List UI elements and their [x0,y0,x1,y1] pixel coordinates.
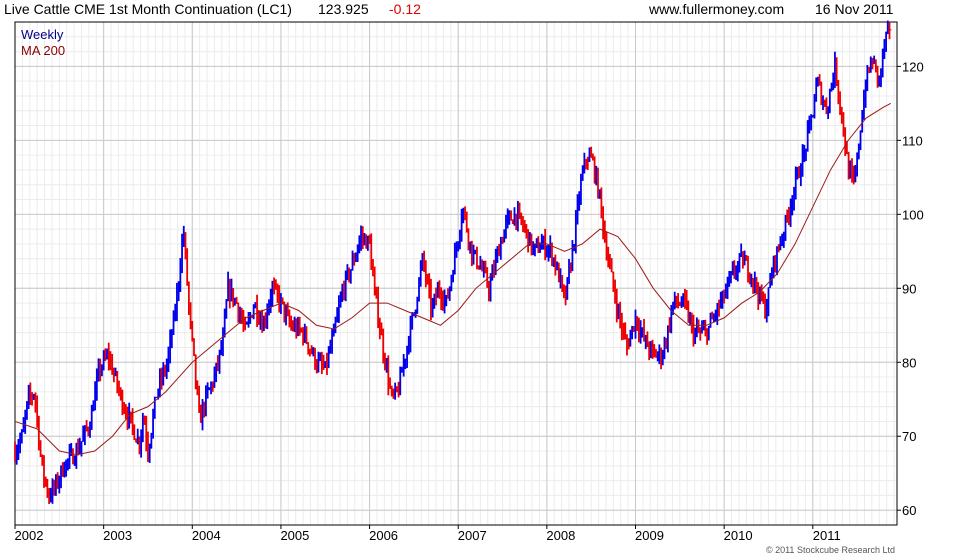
x-tick-label: 2011 [813,528,841,543]
copyright-notice: © 2011 Stockcube Research Ltd [765,545,895,555]
x-tick-label: 2006 [369,528,398,543]
x-tick-label: 2009 [635,528,664,543]
x-tick-label: 2003 [103,528,132,543]
y-tick-label: 110 [902,133,923,148]
y-tick-label: 100 [902,207,924,222]
y-tick-label: 70 [902,429,916,444]
x-tick-label: 2005 [280,528,309,543]
legend-ma200: MA 200 [21,43,66,58]
chart-legend: Weekly MA 200 [21,27,65,59]
x-tick-label: 2004 [192,528,221,543]
legend-weekly: Weekly [21,27,64,42]
y-tick-label: 80 [902,355,916,370]
price-chart: 2002 2003 2004 2005 2006 2007 2008 2009 2010 2011… [14,20,924,543]
y-tick-label: 60 [902,503,916,518]
y-tick-label: 90 [902,281,916,296]
x-tick-label: 2010 [724,528,753,543]
x-tick-label: 2007 [458,528,487,543]
y-tick-label: 120 [902,59,924,74]
x-tick-label: 2008 [546,528,575,543]
x-tick-label: 2002 [15,528,44,543]
